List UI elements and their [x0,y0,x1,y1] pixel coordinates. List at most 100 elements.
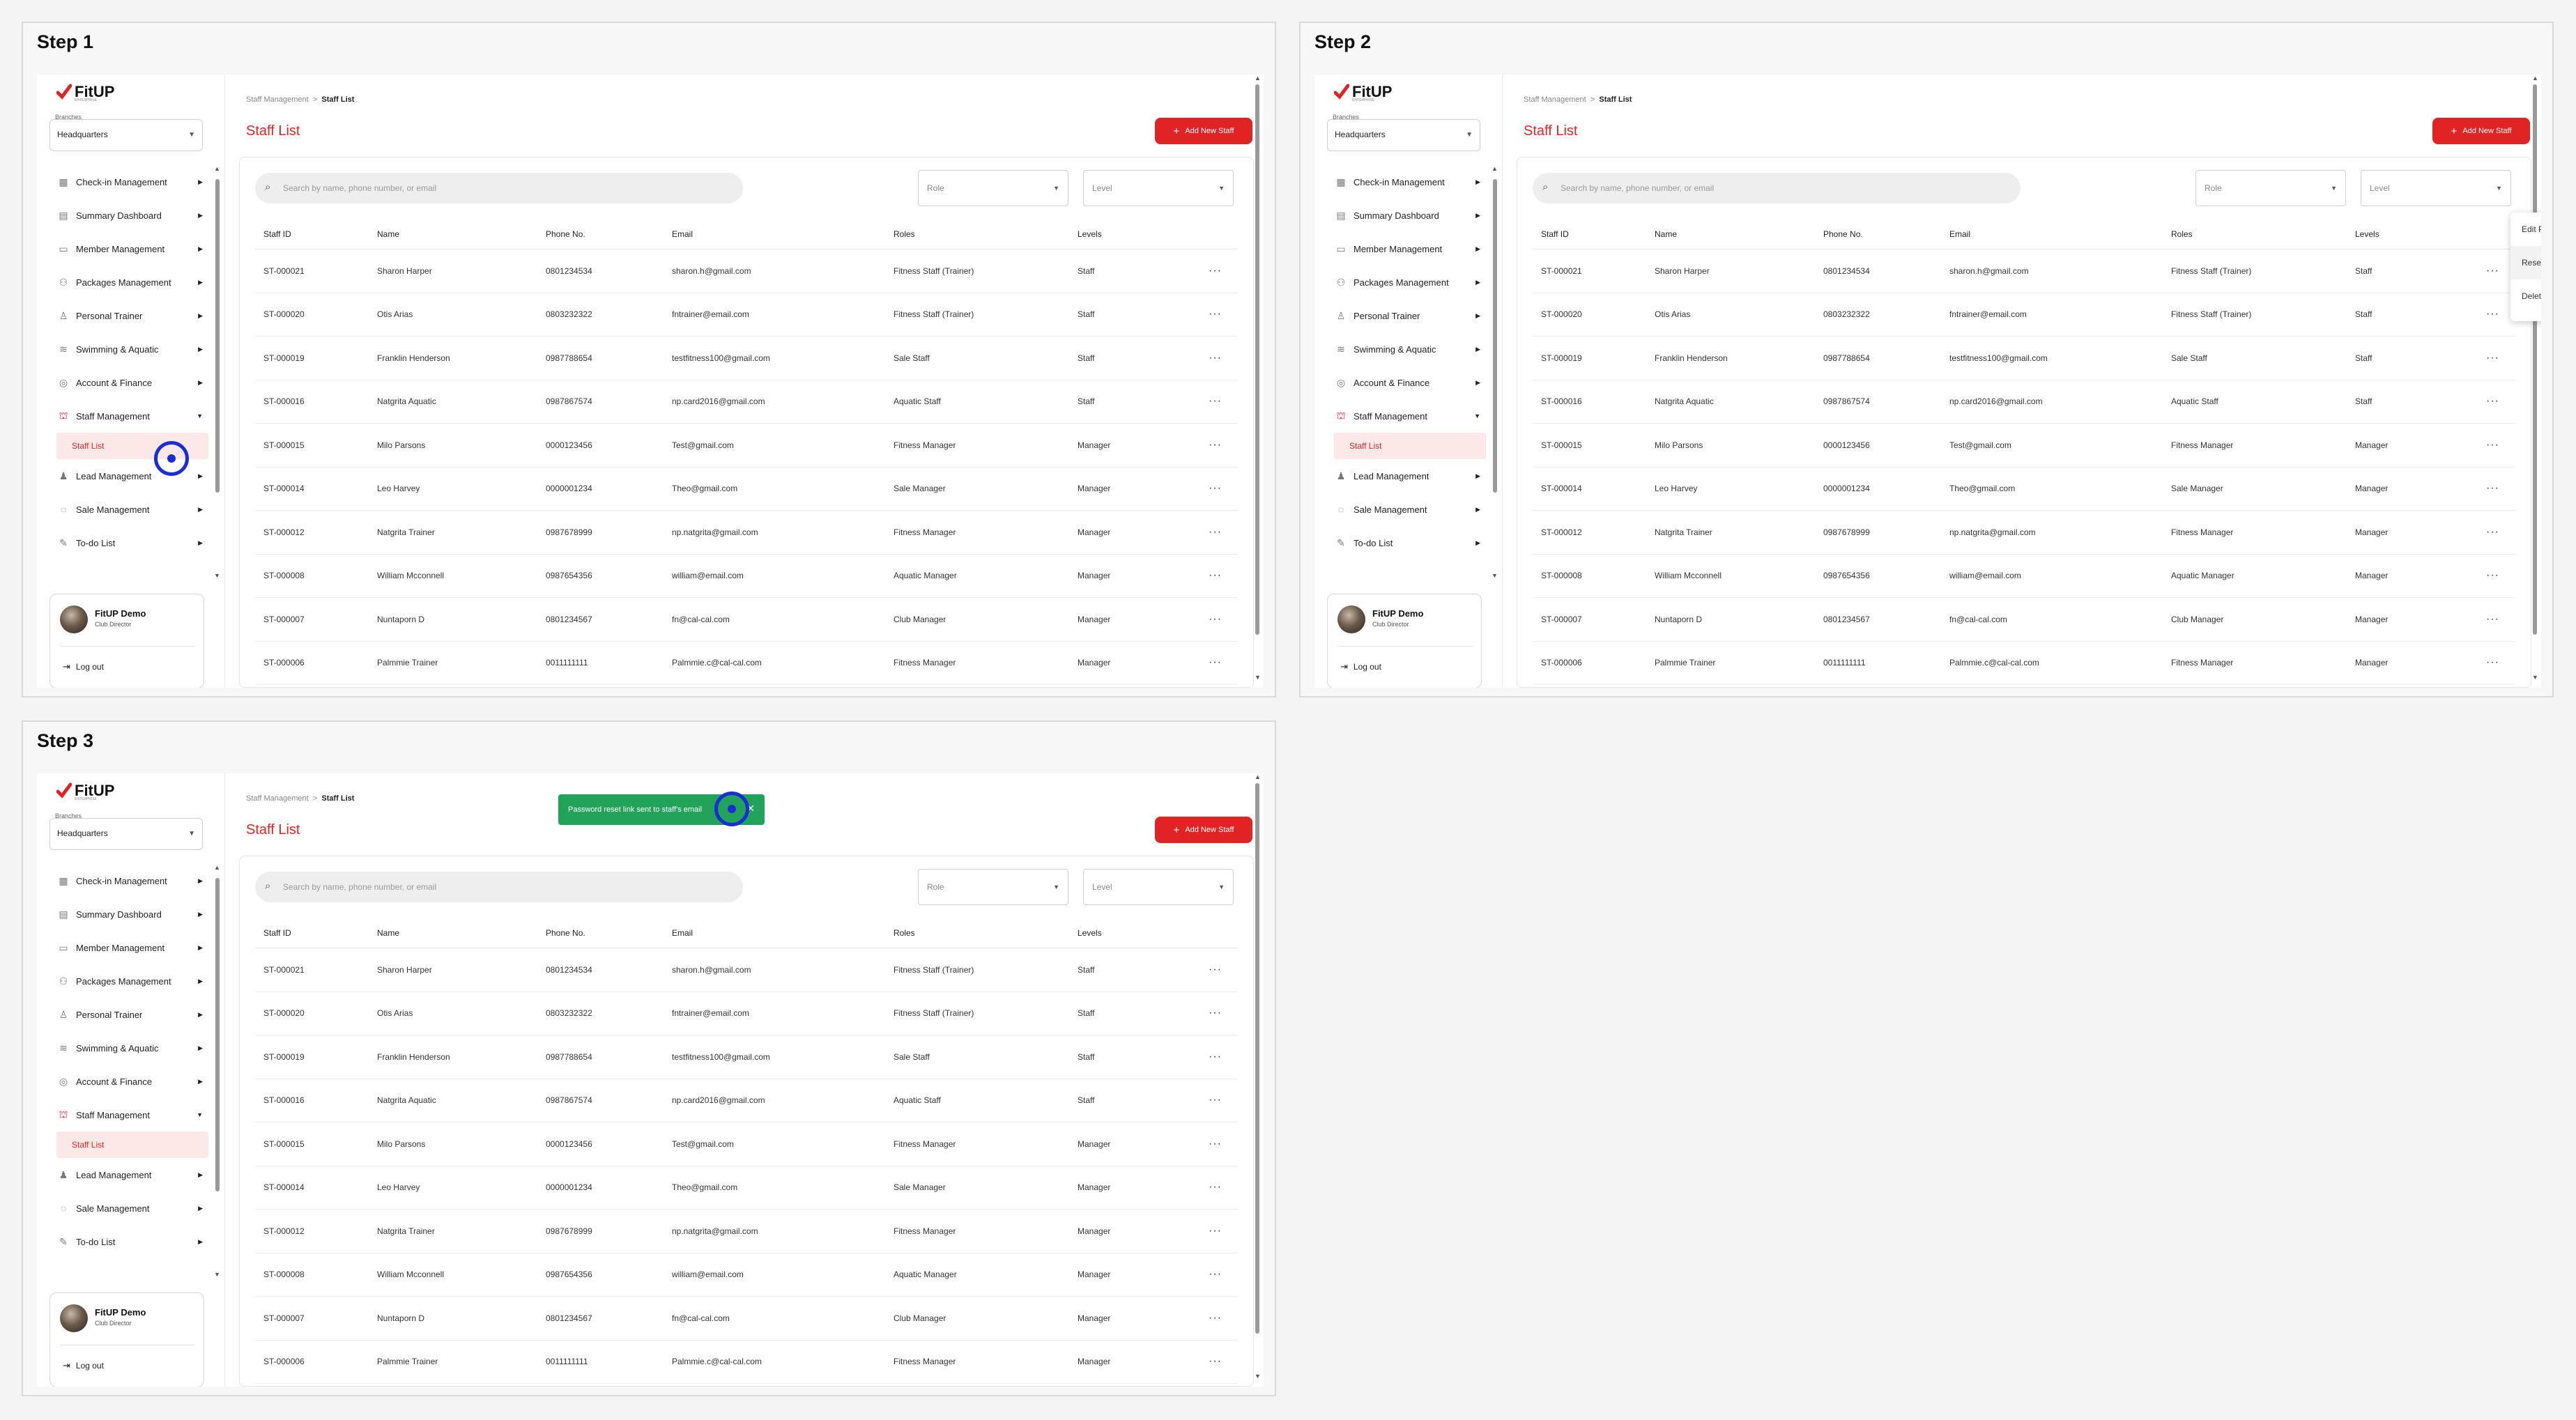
sidebar-item-staff-management[interactable]: ⛫ Staff Management ▼ [1323,399,1490,433]
scroll-down-icon[interactable]: ▼ [1255,674,1261,681]
more-actions-icon[interactable]: ··· [1209,482,1222,495]
more-actions-icon[interactable]: ··· [1209,1268,1222,1281]
role-filter-select[interactable]: Role ▼ [918,869,1068,905]
more-actions-icon[interactable]: ··· [1209,1051,1222,1063]
sidebar-item-staff-management[interactable]: ⛫ Staff Management ▼ [45,399,213,433]
table-row[interactable]: ST-000014 Leo Harvey 0000001234 Theo@gmail.… [255,468,1238,511]
add-new-staff-button[interactable]: + Add New Staff [1155,118,1252,144]
sidebar-item-sale-management[interactable]: ◌ Sale Management ▶ [1323,493,1490,526]
level-filter-select[interactable]: Level ▼ [1083,170,1234,206]
main-scrollbar[interactable] [1255,84,1259,635]
more-actions-icon[interactable]: ··· [1209,1355,1222,1368]
sidebar-item-account-finance[interactable]: ◎ Account & Finance ▶ [1323,366,1490,399]
sidebar-scrollbar[interactable] [215,179,220,493]
sidebar-item-summary-dashboard[interactable]: ▤ Summary Dashboard ▶ [1323,199,1490,232]
more-actions-icon[interactable]: ··· [2486,569,2499,582]
more-actions-icon[interactable]: ··· [1209,395,1222,408]
sidebar-item-packages-management[interactable]: ⚇ Packages Management ▶ [45,964,213,998]
sidebar-item-packages-management[interactable]: ⚇ Packages Management ▶ [45,265,213,299]
scroll-up-icon[interactable]: ▲ [214,165,220,172]
scroll-down-icon[interactable]: ▼ [214,572,220,579]
table-row[interactable]: ST-000007 Nuntaporn D 0801234567 fn@cal-cal… [255,1297,1238,1341]
more-actions-icon[interactable]: ··· [1209,439,1222,452]
sidebar-item-staff-management[interactable]: ⛫ Staff Management ▼ [45,1098,213,1132]
more-actions-icon[interactable]: ··· [2486,265,2499,277]
table-row[interactable]: ST-000020 Otis Arias 0803232322 fntrainer@e… [255,293,1238,337]
scroll-down-icon[interactable]: ▼ [1492,572,1498,579]
more-actions-icon[interactable]: ··· [1209,1312,1222,1325]
branch-select[interactable]: Headquarters ▼ [49,818,203,850]
scroll-down-icon[interactable]: ▼ [1255,1373,1261,1380]
table-row[interactable]: ST-000021 Sharon Harper 0801234534 sharon.h… [1533,249,2515,293]
sidebar-item-packages-management[interactable]: ⚇ Packages Management ▶ [1323,265,1490,299]
more-actions-icon[interactable]: ··· [2486,613,2499,626]
table-row[interactable]: ST-000014 Leo Harvey 0000001234 Theo@gmail.… [255,1166,1238,1210]
table-row[interactable]: ST-000016 Natgrita Aquatic 0987867574 np.ca… [255,380,1238,424]
level-filter-select[interactable]: Level ▼ [2361,170,2511,206]
sidebar-item-member-management[interactable]: ▭ Member Management ▶ [1323,232,1490,265]
search-input[interactable]: ⌕ Search by name, phone number, or email [255,872,743,902]
branch-select[interactable]: Headquarters ▼ [49,119,203,151]
table-row[interactable]: ST-000019 Franklin Henderson 0987788654 tes… [255,1035,1238,1079]
scroll-up-icon[interactable]: ▲ [214,864,220,871]
menu-item-delete-staff[interactable]: Delete Staff [2510,279,2541,313]
more-actions-icon[interactable]: ··· [1209,964,1222,976]
level-filter-select[interactable]: Level ▼ [1083,869,1234,905]
more-actions-icon[interactable]: ··· [1209,1007,1222,1019]
sidebar-item-check-in[interactable]: ▦ Check-in Management ▶ [1323,165,1490,199]
more-actions-icon[interactable]: ··· [1209,569,1222,582]
sidebar-item-personal-trainer[interactable]: ♙ Personal Trainer ▶ [45,299,213,332]
sidebar-item-member-management[interactable]: ▭ Member Management ▶ [45,931,213,964]
scroll-up-icon[interactable]: ▲ [1492,165,1498,172]
sidebar-subitem-staff-list[interactable]: Staff List [56,1132,208,1158]
more-actions-icon[interactable]: ··· [1209,1225,1222,1237]
table-row[interactable]: ST-000015 Milo Parsons 0000123456 Test@gmai… [255,1122,1238,1166]
breadcrumb-parent[interactable]: Staff Management [1524,95,1586,104]
sidebar-item-personal-trainer[interactable]: ♙ Personal Trainer ▶ [45,998,213,1031]
add-new-staff-button[interactable]: + Add New Staff [1155,817,1252,843]
sidebar-subitem-staff-list[interactable]: Staff List [1334,433,1486,459]
more-actions-icon[interactable]: ··· [2486,656,2499,669]
more-actions-icon[interactable]: ··· [1209,308,1222,321]
scroll-up-icon[interactable]: ▲ [2532,75,2538,82]
table-row[interactable]: ST-000020 Otis Arias 0803232322 fntrainer@e… [1533,293,2515,337]
search-input[interactable]: ⌕ Search by name, phone number, or email [255,173,743,203]
table-row[interactable]: ST-000008 William Mcconnell 0987654356 will… [255,1253,1238,1297]
table-row[interactable]: ST-000012 Natgrita Trainer 0987678999 np.na… [1533,511,2515,555]
table-row[interactable]: ST-000016 Natgrita Aquatic 0987867574 np.ca… [1533,380,2515,424]
sidebar-item-sale-management[interactable]: ◌ Sale Management ▶ [45,493,213,526]
table-row[interactable]: ST-000021 Sharon Harper 0801234534 sharon.h… [255,249,1238,293]
sidebar-item-sale-management[interactable]: ◌ Sale Management ▶ [45,1191,213,1225]
scroll-up-icon[interactable]: ▲ [1255,773,1261,780]
more-actions-icon[interactable]: ··· [1209,1138,1222,1150]
sidebar-item-todo-list[interactable]: ✎ To-do List ▶ [1323,526,1490,559]
logout-button[interactable]: ⇥ Log out [63,1360,104,1371]
more-actions-icon[interactable]: ··· [1209,1181,1222,1194]
table-row[interactable]: ST-000006 Palmmie Trainer 0011111111 Palmmi… [255,642,1238,685]
sidebar-item-summary-dashboard[interactable]: ▤ Summary Dashboard ▶ [45,897,213,931]
more-actions-icon[interactable]: ··· [2486,482,2499,495]
table-row[interactable]: ST-000019 Franklin Henderson 0987788654 tes… [1533,337,2515,380]
sidebar-item-member-management[interactable]: ▭ Member Management ▶ [45,232,213,265]
logout-button[interactable]: ⇥ Log out [63,661,104,672]
more-actions-icon[interactable]: ··· [2486,352,2499,364]
sidebar-scrollbar[interactable] [1493,179,1497,493]
table-row[interactable]: ST-000019 Franklin Henderson 0987788654 tes… [255,337,1238,380]
menu-item-reset-password[interactable]: Reset Password [2510,246,2541,279]
main-scrollbar[interactable] [2533,84,2537,635]
more-actions-icon[interactable]: ··· [1209,352,1222,364]
table-row[interactable]: ST-000006 Palmmie Trainer 0011111111 Palmmi… [255,1341,1238,1384]
role-filter-select[interactable]: Role ▼ [2195,170,2346,206]
table-row[interactable]: ST-000006 Palmmie Trainer 0011111111 Palmmi… [1533,642,2515,685]
table-row[interactable]: ST-000012 Natgrita Trainer 0987678999 np.na… [255,511,1238,555]
sidebar-item-personal-trainer[interactable]: ♙ Personal Trainer ▶ [1323,299,1490,332]
more-actions-icon[interactable]: ··· [1209,526,1222,539]
more-actions-icon[interactable]: ··· [1209,1094,1222,1106]
table-row[interactable]: ST-000021 Sharon Harper 0801234534 sharon.h… [255,948,1238,992]
table-row[interactable]: ST-000016 Natgrita Aquatic 0987867574 np.ca… [255,1079,1238,1122]
sidebar-item-swimming-aquatic[interactable]: ≋ Swimming & Aquatic ▶ [45,1031,213,1065]
scroll-down-icon[interactable]: ▼ [214,1271,220,1278]
sidebar-item-account-finance[interactable]: ◎ Account & Finance ▶ [45,366,213,399]
breadcrumb-parent[interactable]: Staff Management [246,95,309,104]
table-row[interactable]: ST-000007 Nuntaporn D 0801234567 fn@cal-cal… [1533,598,2515,642]
